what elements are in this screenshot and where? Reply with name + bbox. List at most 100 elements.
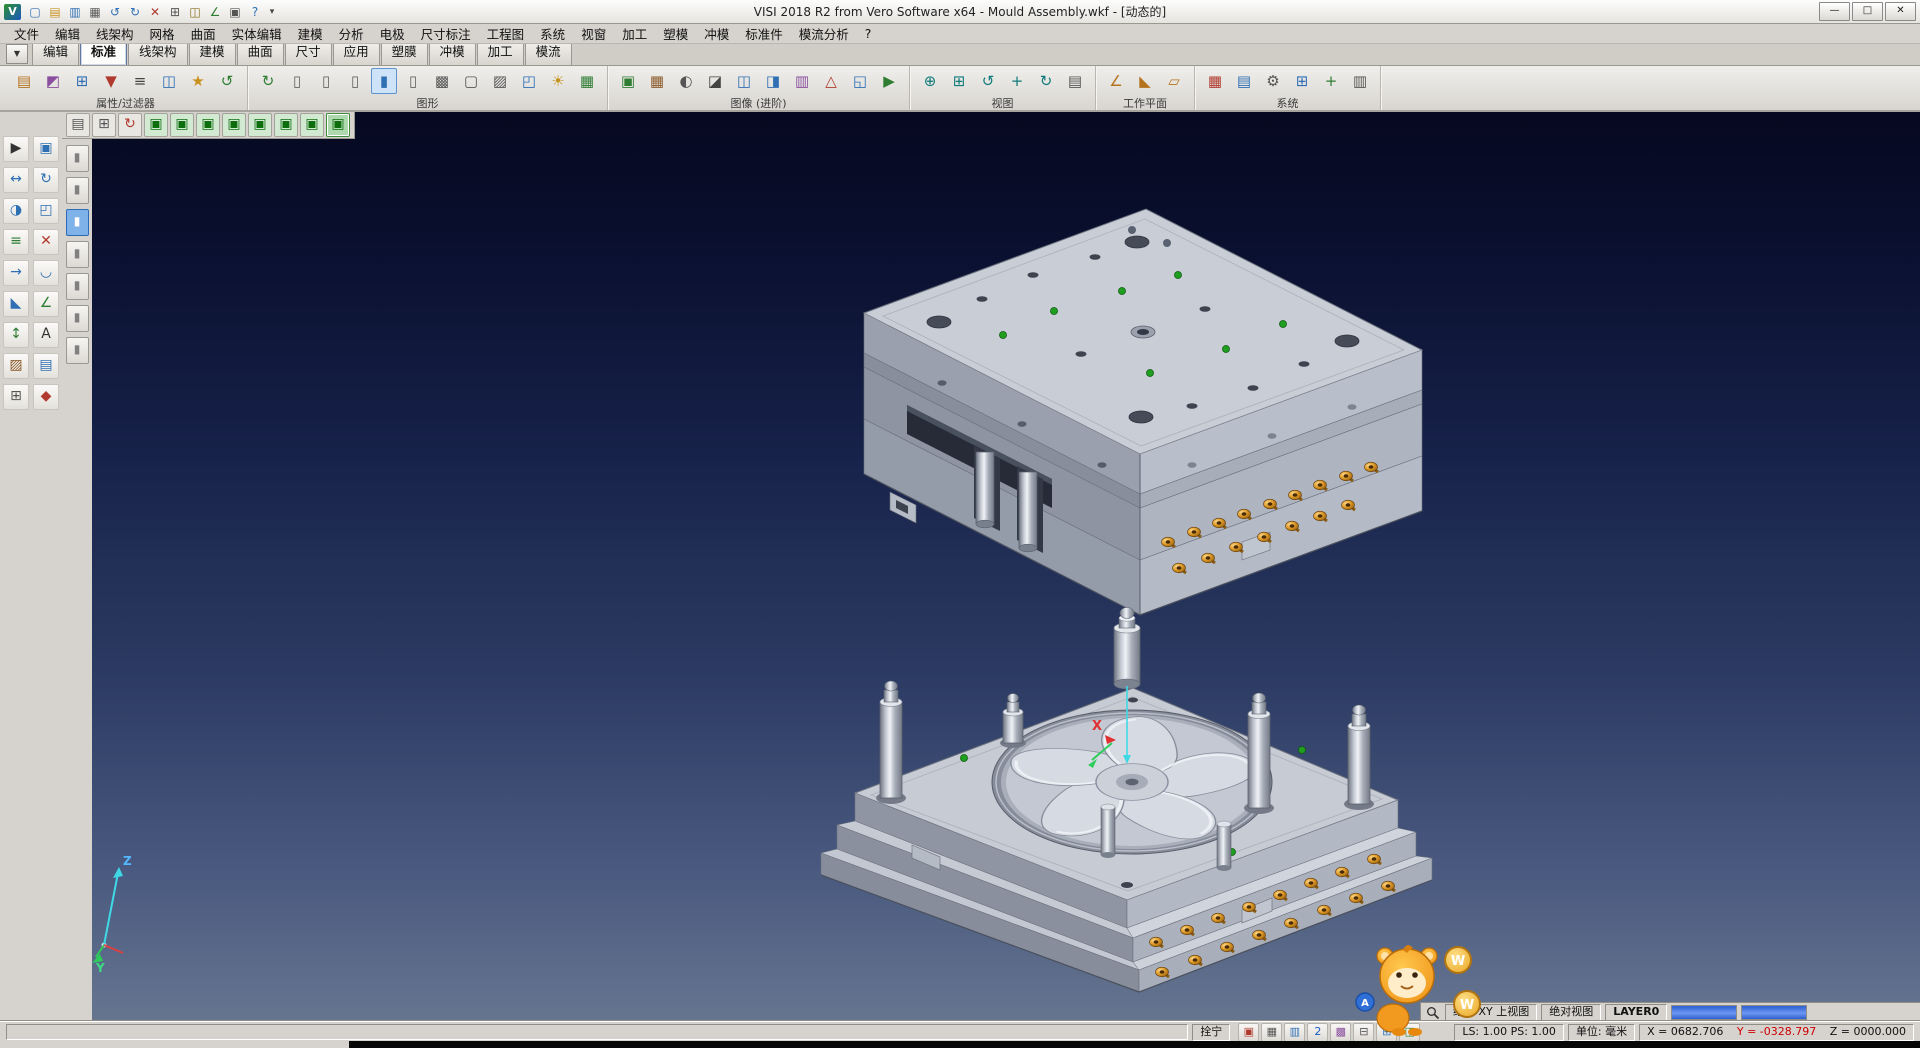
menu-item-13[interactable]: 加工 [614, 22, 655, 45]
render-icon[interactable]: ▣ [615, 68, 641, 94]
tab-3[interactable]: 建模 [189, 42, 236, 65]
dynamic-rotate-icon[interactable]: ↻ [118, 113, 142, 137]
help-level-icon[interactable]: 2 [1307, 1023, 1328, 1042]
unblank-elements-icon[interactable]: ▯ [400, 68, 426, 94]
menu-item-2[interactable]: 线架构 [88, 22, 142, 45]
close-button[interactable]: ✕ [1885, 2, 1916, 21]
measure-icon[interactable]: ∠ [206, 3, 224, 21]
texture-icon[interactable]: ▦ [644, 68, 670, 94]
shadow-icon[interactable]: ◪ [702, 68, 728, 94]
static-section-icon[interactable]: ◫ [731, 68, 757, 94]
menu-item-16[interactable]: 标准件 [737, 22, 791, 45]
calculator-icon[interactable]: ▣ [226, 3, 244, 21]
tab-7[interactable]: 塑膜 [381, 42, 428, 65]
workplane-reset-icon[interactable]: ▱ [1161, 68, 1187, 94]
blank-reverse-icon[interactable]: ▯ [342, 68, 368, 94]
active-layer-indicator[interactable]: LAYER0 [1605, 1004, 1667, 1021]
clip-plane-button-5[interactable]: ▮ [66, 273, 89, 300]
zoom-previous-icon[interactable]: ↺ [975, 68, 1001, 94]
copy-attributes-icon[interactable]: ⊞ [69, 68, 95, 94]
attribute-filter-icon[interactable]: ▼ [98, 68, 124, 94]
tab-0[interactable]: 编辑 [32, 42, 79, 65]
tab-2[interactable]: 线架构 [128, 42, 188, 65]
print-icon[interactable]: ▦ [86, 3, 104, 21]
new-file-icon[interactable]: ▢ [26, 3, 44, 21]
layer-filter-icon[interactable]: ≡ [127, 68, 153, 94]
multi-viewport-icon[interactable]: ⊞ [92, 113, 116, 137]
absolute-view-indicator[interactable]: 绝对视图 [1541, 1004, 1601, 1021]
menu-item-1[interactable]: 编辑 [47, 22, 88, 45]
clip-plane-button-1[interactable]: ▮ [66, 145, 89, 172]
fillet-icon[interactable]: ◡ [33, 260, 59, 286]
pan-view-icon[interactable]: + [1004, 68, 1030, 94]
shaded-view-icon[interactable]: ▩ [429, 68, 455, 94]
element-filter-icon[interactable]: ◫ [156, 68, 182, 94]
open-file-icon[interactable]: ▤ [46, 3, 64, 21]
text-icon[interactable]: A [33, 322, 59, 348]
sketch-icon[interactable]: △ [818, 68, 844, 94]
material-icon[interactable]: ◐ [673, 68, 699, 94]
color-attributes-icon[interactable]: ◩ [40, 68, 66, 94]
clipping-plane-icon[interactable]: ▥ [789, 68, 815, 94]
delete-icon[interactable]: ✕ [146, 3, 164, 21]
clip-plane-button-6[interactable]: ▮ [66, 305, 89, 332]
isometric-view-icon[interactable]: ▣ [144, 113, 168, 137]
animation-icon[interactable]: ▶ [876, 68, 902, 94]
select-icon[interactable]: ▶ [3, 136, 29, 162]
tab-5[interactable]: 尺寸 [285, 42, 332, 65]
snap-settings-icon[interactable]: + [1318, 68, 1344, 94]
back-view-icon[interactable]: ▣ [222, 113, 246, 137]
menu-item-18[interactable]: ? [857, 24, 880, 43]
redo-icon[interactable]: ↻ [126, 3, 144, 21]
snap-mode-indicator[interactable]: 拴宁 [1192, 1024, 1230, 1041]
grid-settings-icon[interactable]: ⊞ [1289, 68, 1315, 94]
scale-icon[interactable]: ◰ [33, 198, 59, 224]
copy-icon[interactable]: ⊞ [166, 3, 184, 21]
hidden-line-icon[interactable]: ▨ [487, 68, 513, 94]
chamfer-icon[interactable]: ◣ [3, 291, 29, 317]
menu-item-11[interactable]: 系统 [532, 22, 573, 45]
unblank-all-icon[interactable]: ▮ [371, 68, 397, 94]
workplane-align-icon[interactable]: ◣ [1132, 68, 1158, 94]
help-icon[interactable]: ? [246, 3, 264, 21]
layers-icon[interactable]: ▤ [33, 353, 59, 379]
minimize-button[interactable]: — [1819, 2, 1850, 21]
top-view-icon[interactable]: ▣ [170, 113, 194, 137]
mirror-icon[interactable]: ◑ [3, 198, 29, 224]
trimetric-view-icon[interactable]: ▣ [326, 113, 350, 137]
menu-item-4[interactable]: 曲面 [183, 22, 224, 45]
redraw-icon[interactable]: ↻ [255, 68, 281, 94]
palette-icon[interactable]: ▩ [1330, 1023, 1351, 1042]
explode-icon[interactable]: ◆ [33, 384, 59, 410]
undo-icon[interactable]: ↺ [106, 3, 124, 21]
offset-icon[interactable]: ≡ [3, 229, 29, 255]
menu-item-5[interactable]: 实体编辑 [224, 22, 290, 45]
view-list-icon[interactable]: ▤ [1062, 68, 1088, 94]
clip-plane-button-3[interactable]: ▮ [66, 209, 89, 236]
system-settings-icon[interactable]: ⚙ [1260, 68, 1286, 94]
rotate-view-icon[interactable]: ↻ [1033, 68, 1059, 94]
tab-9[interactable]: 加工 [477, 42, 524, 65]
menu-item-10[interactable]: 工程图 [479, 22, 533, 45]
light-settings-icon[interactable]: ☀ [545, 68, 571, 94]
clipboard-icon[interactable]: ▥ [1284, 1023, 1305, 1042]
menu-item-8[interactable]: 电极 [372, 22, 413, 45]
printer-icon[interactable]: ▦ [1261, 1023, 1282, 1042]
zoom-fit-icon[interactable]: ⊕ [917, 68, 943, 94]
reset-filter-icon[interactable]: ↺ [214, 68, 240, 94]
measure-icon[interactable]: ∠ [33, 291, 59, 317]
toolbar-overflow-icon[interactable]: ▾ [266, 7, 278, 17]
upper-mould-half[interactable] [864, 209, 1422, 615]
bounding-box-icon[interactable]: ◰ [516, 68, 542, 94]
element-attributes-icon[interactable]: ▤ [11, 68, 37, 94]
clip-plane-button-4[interactable]: ▮ [66, 241, 89, 268]
erase-icon[interactable]: ✕ [33, 229, 59, 255]
selection-filter-icon[interactable]: ▣ [33, 136, 59, 162]
extend-icon[interactable]: → [3, 260, 29, 286]
menu-item-0[interactable]: 文件 [6, 22, 47, 45]
workplane-create-icon[interactable]: ∠ [1103, 68, 1129, 94]
menu-item-17[interactable]: 模流分析 [791, 22, 857, 45]
menu-item-15[interactable]: 冲模 [696, 22, 737, 45]
menu-item-6[interactable]: 建模 [290, 22, 331, 45]
menu-item-12[interactable]: 视窗 [573, 22, 614, 45]
